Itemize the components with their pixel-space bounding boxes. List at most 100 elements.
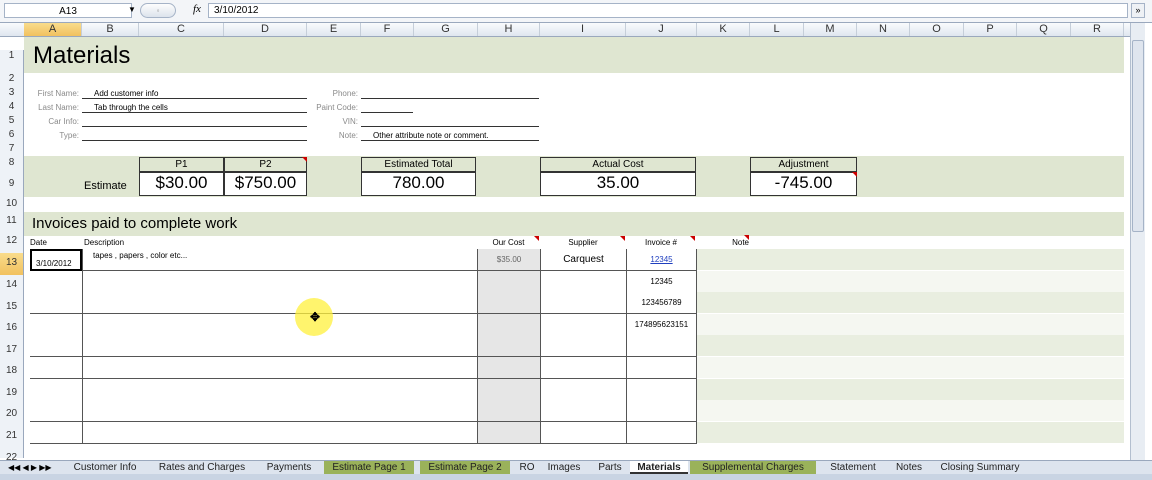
cell-supplier[interactable] bbox=[540, 379, 626, 401]
row-header-18[interactable]: 18 bbox=[0, 361, 24, 383]
row-header-5[interactable]: 5 bbox=[0, 115, 24, 129]
cell-description[interactable] bbox=[82, 400, 477, 422]
row-header-2[interactable]: 2 bbox=[0, 73, 24, 87]
first-name-field[interactable]: Add customer info bbox=[82, 89, 307, 99]
column-header-e[interactable]: E bbox=[307, 23, 361, 36]
cell-description[interactable] bbox=[82, 357, 477, 379]
cell-invoice[interactable] bbox=[626, 357, 697, 379]
cell-supplier[interactable] bbox=[540, 314, 626, 336]
row-header-16[interactable]: 16 bbox=[0, 318, 24, 340]
cell-our-cost[interactable] bbox=[477, 379, 540, 401]
column-header-r[interactable]: R bbox=[1071, 23, 1124, 36]
cell-date[interactable]: 3/10/2012 bbox=[30, 249, 82, 271]
function-icon[interactable]: fx bbox=[193, 3, 201, 15]
cell-supplier[interactable] bbox=[540, 422, 626, 444]
column-header-f[interactable]: F bbox=[361, 23, 414, 36]
sheet-tab-closing-summary[interactable]: Closing Summary bbox=[934, 461, 1026, 474]
cell-our-cost[interactable] bbox=[477, 292, 540, 314]
row-header-12[interactable]: 12 bbox=[0, 235, 24, 253]
column-header-k[interactable]: K bbox=[697, 23, 750, 36]
row-header-19[interactable]: 19 bbox=[0, 383, 24, 404]
cell-description[interactable] bbox=[82, 379, 477, 401]
row-header-20[interactable]: 20 bbox=[0, 404, 24, 426]
cell-our-cost[interactable] bbox=[477, 335, 540, 357]
column-header-n[interactable]: N bbox=[857, 23, 910, 36]
cell-supplier[interactable] bbox=[540, 335, 626, 357]
cell-our-cost[interactable] bbox=[477, 422, 540, 444]
sheet-tab-parts[interactable]: Parts bbox=[592, 461, 628, 474]
cell-description[interactable] bbox=[82, 422, 477, 444]
row-header-13[interactable]: 13 bbox=[0, 253, 24, 275]
row-header-10[interactable]: 10 bbox=[0, 198, 24, 215]
cell-our-cost[interactable] bbox=[477, 271, 540, 293]
scrollbar-thumb[interactable] bbox=[1132, 40, 1144, 232]
cell-date[interactable] bbox=[30, 422, 82, 444]
formula-cancel-button[interactable]: ◦ bbox=[140, 3, 176, 18]
cell-invoice[interactable]: 174895623151 bbox=[626, 314, 697, 336]
column-header-q[interactable]: Q bbox=[1017, 23, 1071, 36]
column-header-g[interactable]: G bbox=[414, 23, 478, 36]
cell-description[interactable] bbox=[82, 314, 477, 336]
estimated-total-value[interactable]: 780.00 bbox=[361, 172, 476, 196]
chevron-down-icon[interactable]: ▼ bbox=[128, 5, 136, 14]
formula-input[interactable]: 3/10/2012 bbox=[208, 3, 1128, 18]
cell-invoice[interactable]: 12345 bbox=[626, 249, 697, 271]
cell-date[interactable] bbox=[30, 400, 82, 422]
sheet-tab-estimate-page-2[interactable]: Estimate Page 2 bbox=[420, 461, 510, 474]
cell-invoice[interactable] bbox=[626, 400, 697, 422]
tab-navigation-icon[interactable]: ◀◀ ◀ ▶ ▶▶ bbox=[8, 461, 52, 474]
last-name-field[interactable]: Tab through the cells bbox=[82, 103, 307, 113]
cell-invoice[interactable] bbox=[626, 335, 697, 357]
note-field[interactable]: Other attribute note or comment. bbox=[361, 131, 539, 141]
sheet-tab-rates-and-charges[interactable]: Rates and Charges bbox=[150, 461, 254, 474]
sheet-tab-estimate-page-1[interactable]: Estimate Page 1 bbox=[324, 461, 414, 474]
name-box[interactable]: A13 bbox=[4, 3, 132, 18]
column-header-o[interactable]: O bbox=[910, 23, 964, 36]
column-header-i[interactable]: I bbox=[540, 23, 626, 36]
row-header-11[interactable]: 11 bbox=[0, 215, 24, 235]
row-header-6[interactable]: 6 bbox=[0, 129, 24, 143]
row-header-4[interactable]: 4 bbox=[0, 101, 24, 115]
cell-date[interactable] bbox=[30, 292, 82, 314]
cell-our-cost[interactable] bbox=[477, 357, 540, 379]
cell-description[interactable] bbox=[82, 292, 477, 314]
vin-field[interactable] bbox=[361, 117, 539, 127]
column-header-l[interactable]: L bbox=[750, 23, 804, 36]
row-header-9[interactable]: 9 bbox=[0, 178, 24, 198]
cell-description[interactable] bbox=[82, 335, 477, 357]
row-header-14[interactable]: 14 bbox=[0, 275, 24, 297]
sheet-tab-customer-info[interactable]: Customer Info bbox=[66, 461, 144, 474]
row-header-7[interactable]: 7 bbox=[0, 143, 24, 157]
p2-value[interactable]: $750.00 bbox=[224, 172, 307, 196]
cell-our-cost[interactable]: $35.00 bbox=[477, 249, 540, 271]
row-header-1[interactable]: 1 bbox=[0, 50, 24, 73]
cell-our-cost[interactable] bbox=[477, 314, 540, 336]
sheet-tab-images[interactable]: Images bbox=[542, 461, 586, 474]
cell-date[interactable] bbox=[30, 271, 82, 293]
phone-field[interactable] bbox=[361, 89, 539, 99]
cell-supplier[interactable] bbox=[540, 357, 626, 379]
p1-value[interactable]: $30.00 bbox=[139, 172, 224, 196]
cell-description[interactable] bbox=[82, 271, 477, 293]
type-field[interactable] bbox=[82, 131, 307, 141]
column-header-b[interactable]: B bbox=[82, 23, 139, 36]
actual-cost-value[interactable]: 35.00 bbox=[540, 172, 696, 196]
cell-our-cost[interactable] bbox=[477, 400, 540, 422]
cell-invoice[interactable] bbox=[626, 422, 697, 444]
column-header-j[interactable]: J bbox=[626, 23, 697, 36]
expand-formula-bar-icon[interactable]: » bbox=[1131, 3, 1145, 18]
adjustment-value[interactable]: -745.00 bbox=[750, 172, 857, 196]
column-header-a[interactable]: A bbox=[24, 23, 82, 36]
row-header-17[interactable]: 17 bbox=[0, 340, 24, 361]
cell-invoice[interactable] bbox=[626, 379, 697, 401]
sheet-tab-materials[interactable]: Materials bbox=[630, 461, 688, 474]
sheet-tab-notes[interactable]: Notes bbox=[888, 461, 930, 474]
cell-supplier[interactable] bbox=[540, 292, 626, 314]
sheet-tab-ro[interactable]: RO bbox=[514, 461, 540, 474]
row-header-21[interactable]: 21 bbox=[0, 426, 24, 448]
sheet-tab-supplemental-charges[interactable]: Supplemental Charges bbox=[690, 461, 816, 474]
cell-date[interactable] bbox=[30, 379, 82, 401]
cell-date[interactable] bbox=[30, 335, 82, 357]
car-info-field[interactable] bbox=[82, 117, 307, 127]
cell-invoice[interactable]: 12345 bbox=[626, 271, 697, 293]
